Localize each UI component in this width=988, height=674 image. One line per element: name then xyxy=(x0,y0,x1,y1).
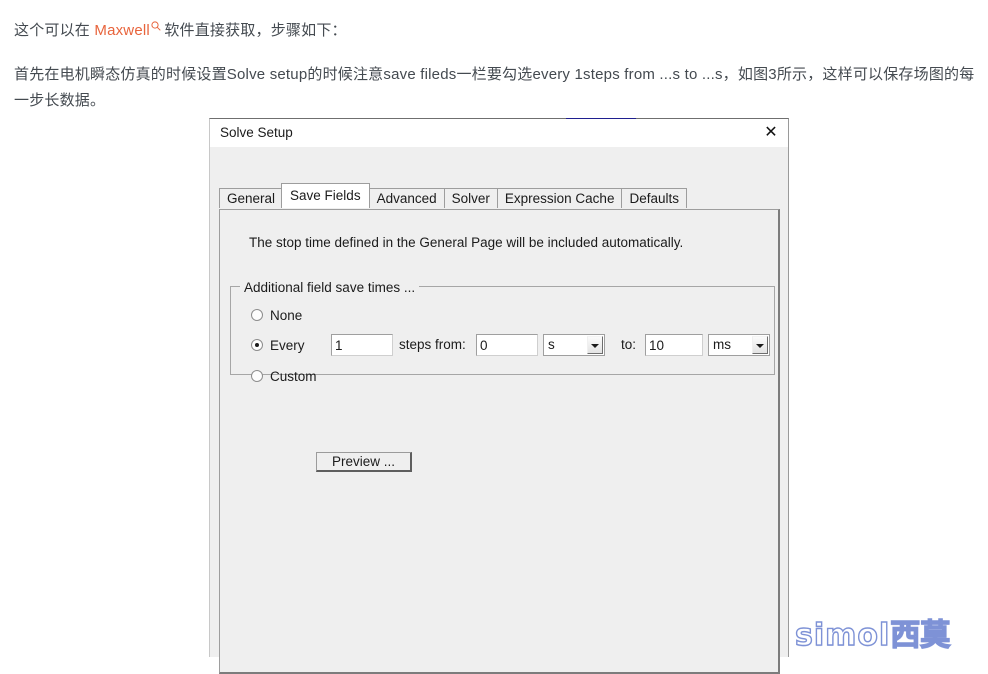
tab-defaults[interactable]: Defaults xyxy=(621,188,687,208)
every-steps-input[interactable] xyxy=(331,334,393,356)
additional-field-save-times-group: Additional field save times ... None Eve… xyxy=(230,280,775,472)
paragraph-2: 首先在电机瞬态仿真的时候设置Solve setup的时候注意save filed… xyxy=(14,66,975,109)
dialog-body: General Save Fields Advanced Solver Expr… xyxy=(210,147,788,674)
save-fields-tab-page: The stop time defined in the General Pag… xyxy=(219,209,780,674)
chevron-down-icon[interactable] xyxy=(587,336,603,354)
tab-advanced[interactable]: Advanced xyxy=(368,188,445,208)
dialog-titlebar: Solve Setup ✕ xyxy=(210,119,788,147)
paragraph-1-before: 这个可以在 xyxy=(14,22,95,39)
tab-solver[interactable]: Solver xyxy=(443,188,498,208)
to-unit-combobox[interactable]: ms xyxy=(708,334,770,356)
group-frame xyxy=(230,286,775,375)
watermark-latin: simol xyxy=(794,618,891,653)
paragraph-1: 这个可以在 Maxwell 软件直接获取，步骤如下： xyxy=(0,18,357,44)
paragraph-1-after: 软件直接获取，步骤如下： xyxy=(159,22,347,39)
to-label: to: xyxy=(621,337,637,352)
preview-button[interactable]: Preview ... xyxy=(316,452,412,472)
dialog-title: Solve Setup xyxy=(220,125,293,140)
to-time-input[interactable] xyxy=(645,334,703,356)
radio-none[interactable] xyxy=(251,309,263,321)
close-icon[interactable]: ✕ xyxy=(760,122,782,144)
tab-save-fields[interactable]: Save Fields xyxy=(281,183,370,208)
from-unit-value: s xyxy=(548,337,555,352)
tab-expression-cache[interactable]: Expression Cache xyxy=(496,188,623,208)
tab-general[interactable]: General xyxy=(219,188,284,208)
to-unit-value: ms xyxy=(713,337,731,352)
chevron-down-icon[interactable] xyxy=(752,336,768,354)
radio-custom-label[interactable]: Custom xyxy=(270,369,317,384)
watermark-cjk: 西莫 xyxy=(890,618,951,653)
radio-custom[interactable] xyxy=(251,370,263,382)
radio-row-every[interactable]: Every xyxy=(251,336,305,354)
solve-setup-dialog: Solve Setup ✕ General Save Fields Advanc… xyxy=(209,118,789,674)
radio-none-label[interactable]: None xyxy=(270,308,302,323)
maxwell-keyword[interactable]: Maxwell xyxy=(94,22,150,39)
from-time-input[interactable] xyxy=(476,334,538,356)
radio-row-none[interactable]: None xyxy=(251,306,302,324)
search-icon xyxy=(151,21,161,31)
radio-every-label[interactable]: Every xyxy=(270,338,305,353)
tab-strip: General Save Fields Advanced Solver Expr… xyxy=(219,183,687,208)
group-legend: Additional field save times ... xyxy=(240,280,420,295)
watermark-logo: simol西莫 xyxy=(794,618,951,653)
from-unit-combobox[interactable]: s xyxy=(543,334,605,356)
radio-every[interactable] xyxy=(251,339,263,351)
info-text: The stop time defined in the General Pag… xyxy=(249,235,684,250)
radio-row-custom[interactable]: Custom xyxy=(251,367,317,385)
steps-from-label: steps from: xyxy=(399,337,466,352)
